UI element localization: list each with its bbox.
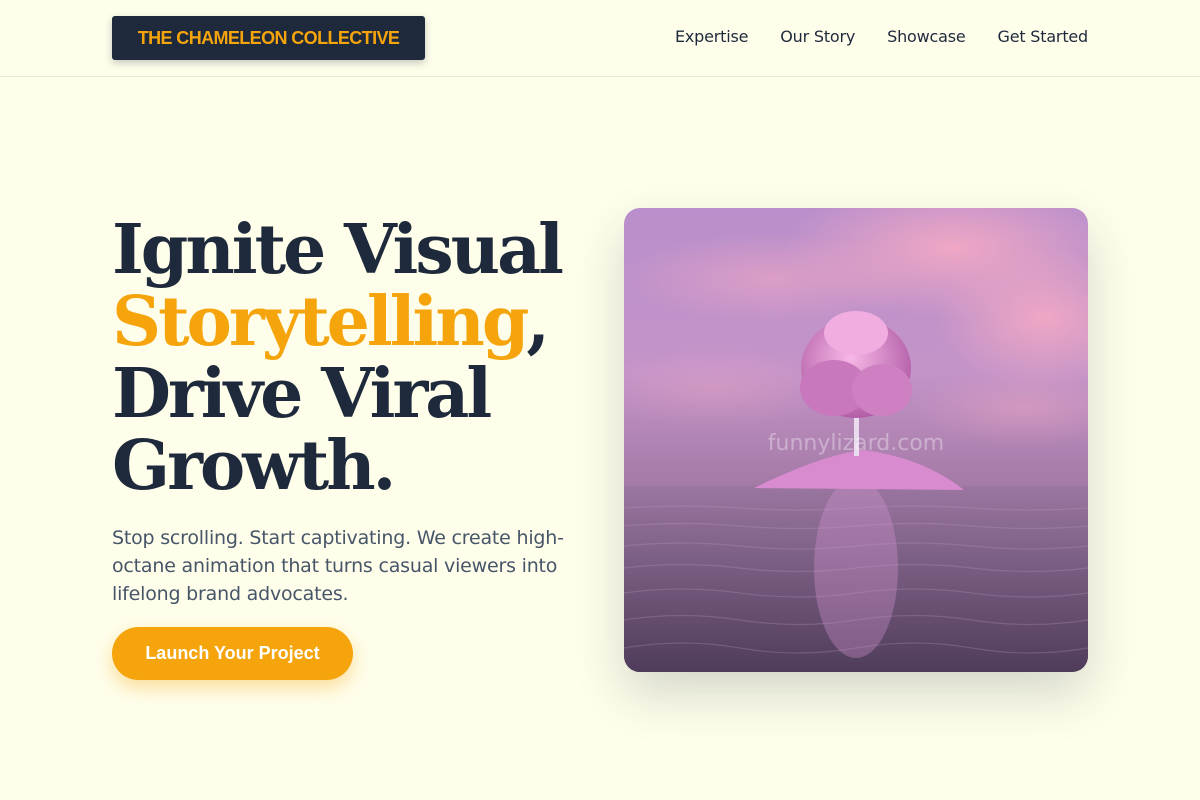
- launch-project-button[interactable]: Launch Your Project: [112, 627, 353, 680]
- main-nav: Expertise Our Story Showcase Get Started: [675, 27, 1088, 46]
- headline-comma: ,: [526, 282, 550, 362]
- nav-link-our-story[interactable]: Our Story: [780, 27, 855, 46]
- site-header: THE CHAMELEON COLLECTIVE Expertise Our S…: [0, 0, 1200, 77]
- headline-line-2: Storytelling,: [112, 286, 592, 358]
- hero-subtext: Stop scrolling. Start captivating. We cr…: [112, 527, 564, 605]
- brand-logo[interactable]: THE CHAMELEON COLLECTIVE: [112, 16, 425, 60]
- nav-link-expertise[interactable]: Expertise: [675, 27, 748, 46]
- hero-image: funnylizard.com: [624, 208, 1088, 672]
- headline-line-4: Growth.: [112, 426, 396, 506]
- headline-line-3: Drive Viral: [112, 354, 492, 434]
- hero-headline: Ignite Visual Storytelling, Drive Viral …: [112, 214, 592, 502]
- nav-link-get-started[interactable]: Get Started: [998, 27, 1089, 46]
- island-tree-illustration: funnylizard.com: [624, 208, 1088, 672]
- headline-accent-word: Storytelling: [112, 282, 529, 362]
- image-watermark: funnylizard.com: [768, 431, 944, 456]
- nav-link-showcase[interactable]: Showcase: [887, 27, 966, 46]
- headline-line-1: Ignite Visual: [112, 210, 564, 290]
